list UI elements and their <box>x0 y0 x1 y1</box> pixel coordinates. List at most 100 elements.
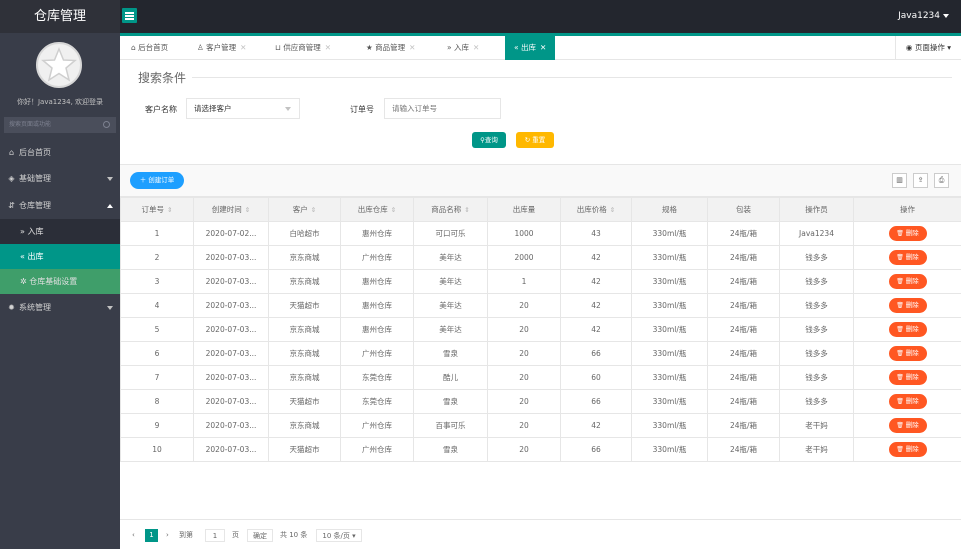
column-header: 规格 <box>631 197 708 222</box>
delete-button[interactable]: 🗑 删除 <box>888 322 927 337</box>
sort-icon[interactable]: ⇕ <box>167 206 172 214</box>
delete-button[interactable]: 🗑 删除 <box>888 442 927 457</box>
table-row: 8 2020-07-03... 天猫超市 东莞仓库 雪泉 20 66 330ml/瓶 24瓶/箱… <box>120 389 961 414</box>
column-header[interactable]: 创建时间 ⇕ <box>193 197 269 222</box>
customer-select[interactable]: 请选择客户 <box>186 98 300 119</box>
tab-outbound[interactable]: « 出库 ✕ <box>505 36 556 60</box>
trash-icon: 🗑 <box>896 350 906 357</box>
goto-confirm-button[interactable]: 确定 <box>247 529 273 542</box>
close-icon[interactable]: ✕ <box>409 43 415 52</box>
close-icon[interactable]: ✕ <box>540 43 546 52</box>
page-operations-menu[interactable]: ◉ 页面操作 ▾ <box>894 36 951 60</box>
table-cell: 雪泉 <box>413 341 488 366</box>
table-cell: 钱多多 <box>779 389 854 414</box>
table-cell: 20 <box>487 341 561 366</box>
column-header-label: 操作 <box>900 205 915 214</box>
delete-button[interactable]: 🗑 删除 <box>888 370 927 385</box>
table-cell: 1000 <box>487 221 561 246</box>
prev-page-icon[interactable]: ‹ <box>132 529 135 542</box>
table-cell: 惠州仓库 <box>340 269 414 294</box>
tab-home[interactable]: ⌂ 后台首页 <box>131 36 168 60</box>
avatar[interactable] <box>36 42 82 88</box>
tab-customers[interactable]: ♙ 客户管理 ✕ <box>197 36 246 60</box>
tab-suppliers[interactable]: ⊔ 供应商管理 ✕ <box>275 36 331 60</box>
sidebar-item-basic[interactable]: ◈ 基础管理 <box>0 166 120 191</box>
column-header-label: 客户 <box>292 205 308 214</box>
columns-filter-icon[interactable]: ▥ <box>892 173 907 188</box>
table-cell: 惠州仓库 <box>340 221 414 246</box>
table-cell: 广州仓库 <box>340 245 414 270</box>
delete-button[interactable]: 🗑 删除 <box>888 226 927 241</box>
column-header[interactable]: 出库价格 ⇕ <box>560 197 632 222</box>
print-icon[interactable]: ⎙ <box>934 173 949 188</box>
column-header-label: 创建时间 <box>211 205 242 214</box>
page-current[interactable]: 1 <box>145 529 158 542</box>
sidebar-search-input[interactable]: 搜索页面或功能 <box>4 117 116 133</box>
close-icon[interactable]: ✕ <box>240 43 246 52</box>
menu-toggle-button[interactable] <box>122 8 137 23</box>
sort-icon[interactable]: ⇕ <box>610 206 615 214</box>
tab-label: 商品管理 <box>375 43 406 52</box>
export-icon[interactable]: ⇪ <box>913 173 928 188</box>
sidebar-subitem-outbound[interactable]: « 出库 <box>0 244 120 269</box>
column-header-label: 订单号 <box>141 205 165 214</box>
create-order-button[interactable]: ＋ 创建订单 <box>130 172 184 189</box>
sidebar: 你好！Java1234, 欢迎登录 搜索页面或功能 ⌂ 后台首页 ◈ 基础管理 ⇵ 仓… <box>0 33 120 549</box>
table-cell: 2000 <box>487 245 561 270</box>
close-icon[interactable]: ✕ <box>473 43 479 52</box>
tab-label: 供应商管理 <box>283 43 321 52</box>
sidebar-item-home[interactable]: ⌂ 后台首页 <box>0 140 120 165</box>
create-order-label: 创建订单 <box>148 176 175 184</box>
delete-button[interactable]: 🗑 删除 <box>888 346 927 361</box>
delete-button[interactable]: 🗑 删除 <box>888 394 927 409</box>
query-button[interactable]: ⚲查询 <box>472 132 506 148</box>
delete-button[interactable]: 🗑 删除 <box>888 250 927 265</box>
reset-button[interactable]: ↻ 重置 <box>516 132 554 148</box>
sidebar-item-system[interactable]: ✹ 系统管理 <box>0 295 120 320</box>
user-menu[interactable]: Java1234 <box>898 0 949 33</box>
table-cell: 7 <box>120 365 194 390</box>
goto-page-input[interactable]: 1 <box>205 529 225 542</box>
table-cell: 20 <box>487 413 561 438</box>
table-cell: 1 <box>487 269 561 294</box>
table-cell: 东莞仓库 <box>340 365 414 390</box>
column-header[interactable]: 商品名称 ⇕ <box>413 197 488 222</box>
sort-icon[interactable]: ⇕ <box>391 206 396 214</box>
trash-icon: 🗑 <box>896 446 906 453</box>
table-cell: 广州仓库 <box>340 437 414 462</box>
table-cell: 钱多多 <box>779 269 854 294</box>
chevron-down-icon <box>107 306 113 310</box>
table-cell-actions: 🗑 删除 <box>853 389 961 414</box>
table-cell: 2020-07-02... <box>193 221 269 246</box>
order-number-input[interactable]: 请输入订单号 <box>384 98 501 119</box>
column-header[interactable]: 订单号 ⇕ <box>120 197 194 222</box>
table-cell: 2020-07-03... <box>193 341 269 366</box>
sort-icon[interactable]: ⇕ <box>464 206 469 214</box>
trash-icon: 🗑 <box>896 326 906 333</box>
per-page-select[interactable]: 10 条/页 ▾ <box>316 529 362 542</box>
sort-icon[interactable]: ⇕ <box>311 206 316 214</box>
tab-products[interactable]: ★ 商品管理 ✕ <box>366 36 415 60</box>
delete-button[interactable]: 🗑 删除 <box>888 298 927 313</box>
next-page-icon[interactable]: › <box>166 529 169 542</box>
table-cell: 钱多多 <box>779 317 854 342</box>
column-header[interactable]: 客户 ⇕ <box>268 197 341 222</box>
delete-button[interactable]: 🗑 删除 <box>888 418 927 433</box>
delete-label: 删除 <box>905 373 919 381</box>
close-icon[interactable]: ✕ <box>325 43 331 52</box>
delete-button[interactable]: 🗑 删除 <box>888 274 927 289</box>
column-header-label: 操作员 <box>805 205 828 214</box>
target-icon: ◉ <box>905 43 913 52</box>
table-row: 10 2020-07-03... 天猫超市 广州仓库 雪泉 20 66 330ml/瓶 24瓶/… <box>120 437 961 462</box>
sidebar-subitem-warehouse-settings[interactable]: ✲ 仓库基础设置 <box>0 269 120 294</box>
sidebar-item-label: 系统管理 <box>19 303 51 312</box>
gear-icon: ✹ <box>8 303 15 312</box>
query-button-label: 查询 <box>484 136 498 144</box>
table-cell: 天猫超市 <box>268 293 341 318</box>
tab-inbound[interactable]: » 入库 ✕ <box>447 36 479 60</box>
column-header[interactable]: 出库仓库 ⇕ <box>340 197 414 222</box>
sort-icon[interactable]: ⇕ <box>245 206 250 214</box>
sidebar-item-warehouse[interactable]: ⇵ 仓库管理 <box>0 193 120 218</box>
sidebar-subitem-inbound[interactable]: » 入库 <box>0 219 120 244</box>
tab-label: 出库 <box>520 43 536 52</box>
